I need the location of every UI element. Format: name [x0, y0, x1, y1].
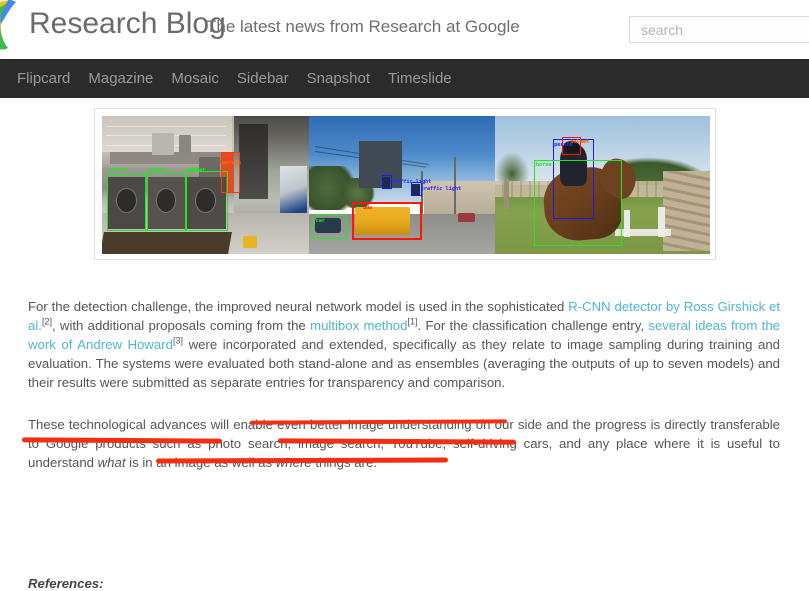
detection-label: person: [222, 160, 241, 167]
street-bus-detection-image: traffic light traffic light car bus: [309, 116, 495, 254]
article-paragraph-2: These technological advances will enable…: [28, 415, 780, 472]
p1-text-3: . For the classification challenge entry…: [417, 318, 649, 334]
detection-label: horse: [535, 162, 552, 169]
horse-rider-detection-image: person horse helmet: [495, 116, 710, 254]
p1-text-2: , with additional proposals coming from …: [51, 318, 311, 334]
nav-item-magazine[interactable]: Magazine: [79, 59, 162, 98]
ref-marker-2: [2]: [41, 316, 52, 327]
p2-text-3: such as: [145, 436, 209, 452]
detection-label: bus: [362, 205, 373, 211]
ref-marker-1: [1]: [407, 316, 418, 327]
p2-emphasis-where: where: [275, 455, 312, 471]
detection-box: [107, 173, 148, 231]
search-input[interactable]: [629, 16, 809, 43]
ref-marker-3: [3]: [172, 335, 183, 346]
p2-highlight-3: photo search, image search, YouTube: [208, 436, 443, 452]
detection-label: washer: [109, 167, 128, 174]
detection-label: traffic light: [420, 185, 462, 192]
nav-item-snapshot[interactable]: Snapshot: [298, 59, 379, 98]
detection-label: washer: [186, 167, 206, 174]
references-heading: References:: [28, 576, 104, 591]
p2-emphasis-what: what: [97, 455, 126, 471]
p2-text-2: on our side and the progress is directly: [471, 417, 711, 433]
blogger-google-colors-logo-icon[interactable]: [0, 0, 30, 54]
link-multibox-method[interactable]: multibox method: [310, 318, 407, 333]
nav-item-mosaic[interactable]: Mosaic: [162, 59, 228, 98]
detection-label: traffic light: [390, 178, 432, 185]
nav-item-sidebar[interactable]: Sidebar: [228, 59, 298, 98]
p2-text-1: These technological advances will: [28, 417, 234, 433]
p1-text-1: For the detection challenge, the improve…: [28, 299, 569, 315]
detection-box: [145, 172, 187, 231]
site-description: The latest news from Research at Google: [206, 17, 520, 36]
detection-box: [533, 160, 622, 246]
detection-label: car: [315, 218, 326, 225]
p2-highlight-1: enable even better image understanding: [233, 417, 472, 433]
nav-item-timeslide[interactable]: Timeslide: [379, 59, 461, 98]
detection-box: [221, 151, 240, 194]
detection-label: washer: [147, 167, 167, 174]
detection-label: helmet: [570, 138, 589, 145]
site-header: Research Blog The latest news from Resea…: [0, 0, 809, 59]
laundromat-detection-image: washer washer washer person: [102, 116, 309, 254]
p2-text-6: things are.: [311, 455, 377, 471]
detection-figure-panel: washer washer washer person traffic ligh…: [94, 108, 716, 260]
article-paragraph-1: For the detection challenge, the improve…: [28, 297, 780, 392]
detection-image-strip: washer washer washer person traffic ligh…: [102, 116, 710, 254]
p2-text-5: is in an image as well as: [125, 455, 276, 471]
view-mode-navbar: Flipcard Magazine Mosaic Sidebar Snapsho…: [0, 59, 809, 98]
page-title: Research Blog: [29, 7, 226, 40]
nav-item-flipcard[interactable]: Flipcard: [8, 59, 79, 98]
